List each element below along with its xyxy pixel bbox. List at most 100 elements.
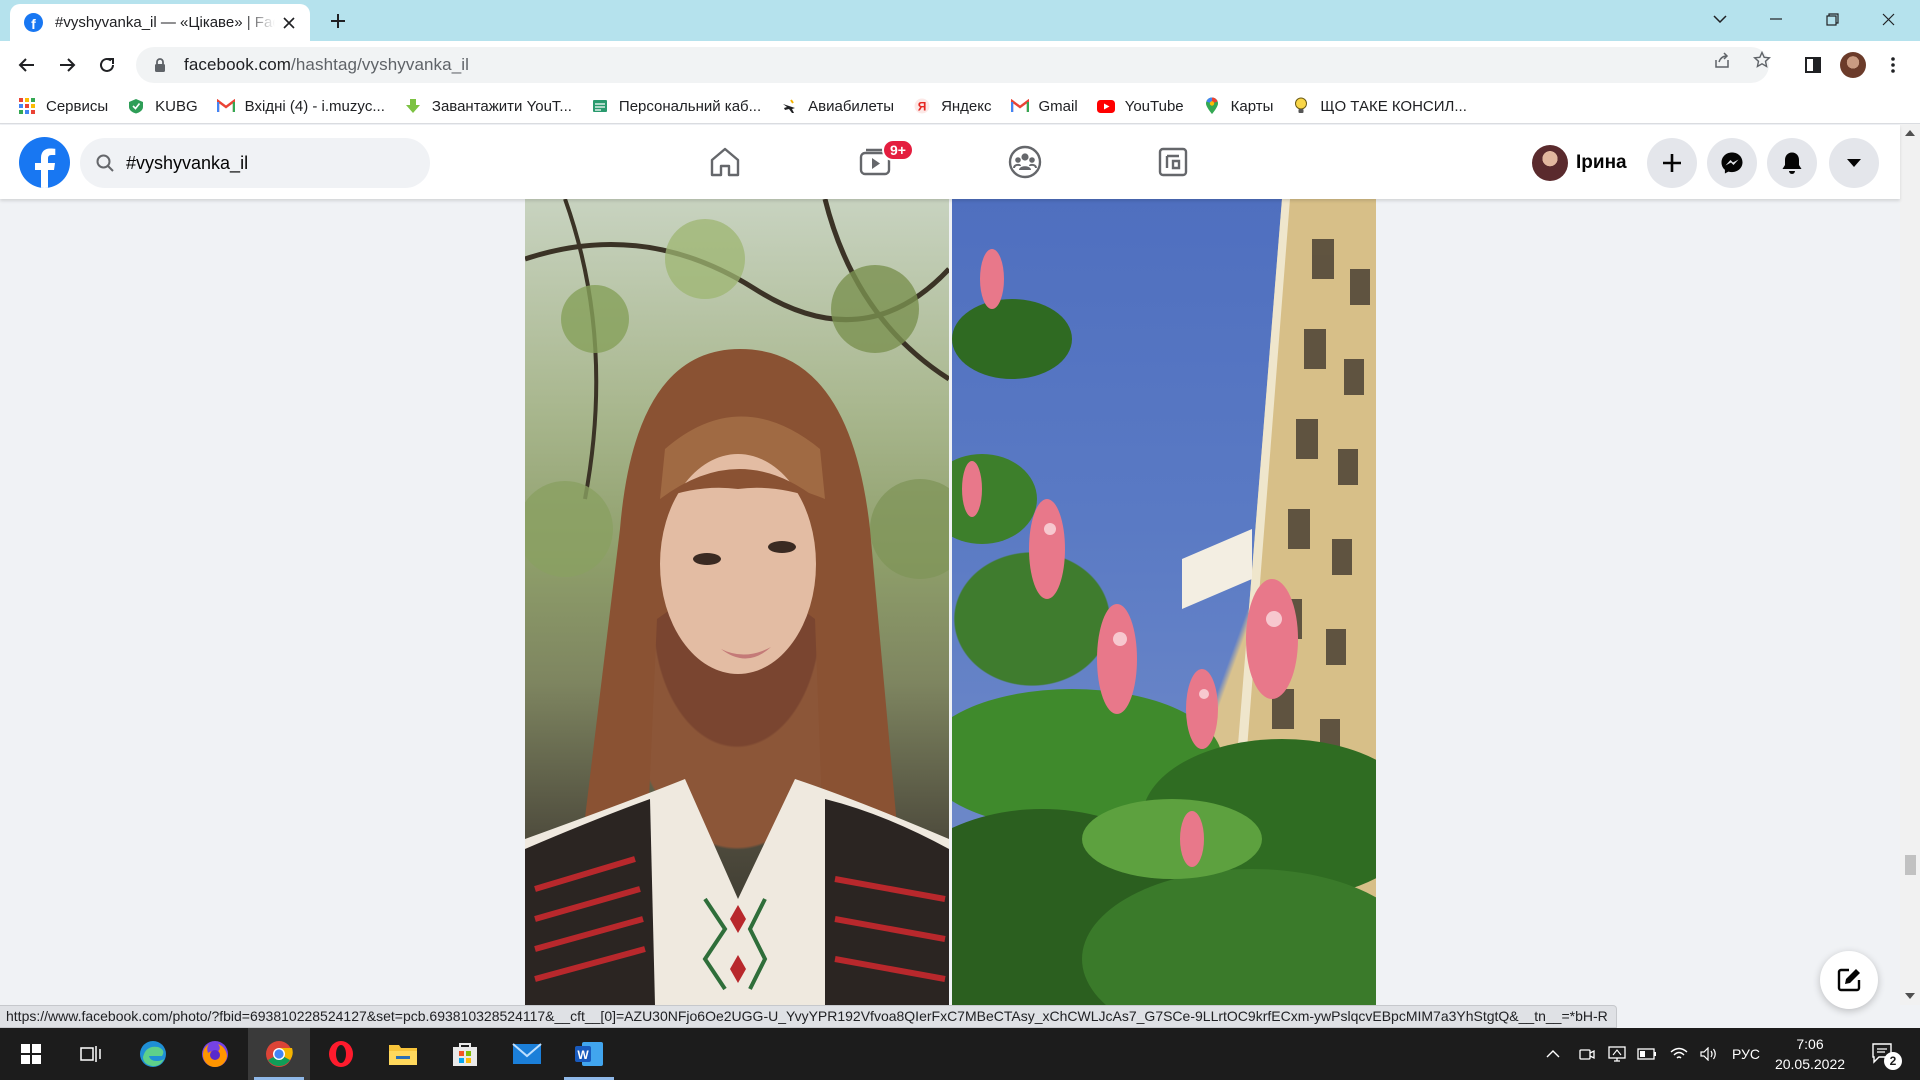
task-view-button[interactable] (60, 1028, 122, 1080)
nav-watch[interactable]: 9+ (820, 125, 930, 199)
share-icon[interactable] (1712, 50, 1732, 70)
clock-time: 7:06 (1796, 1036, 1824, 1052)
bookmark-label: Карты (1230, 97, 1274, 115)
chevron-up-icon (1546, 1050, 1560, 1058)
bookmark-yandex[interactable]: Я Яндекс (913, 97, 992, 115)
taskbar-store[interactable] (434, 1028, 496, 1080)
bell-icon (1782, 152, 1802, 174)
facebook-header: 9+ Ірина (0, 125, 1900, 199)
create-menu-button[interactable] (1647, 138, 1697, 188)
browser-menu-icon[interactable] (1878, 50, 1908, 80)
bookmark-services[interactable]: Сервисы (18, 97, 108, 115)
tab-close-icon[interactable] (280, 14, 298, 32)
taskbar-word[interactable]: W (558, 1028, 620, 1080)
reload-button[interactable] (92, 50, 122, 80)
post-photo-left[interactable] (525, 199, 949, 1005)
bookmark-kubg[interactable]: KUBG (127, 97, 198, 115)
facebook-favicon-icon: f (24, 13, 43, 32)
tray-wifi[interactable] (1666, 1028, 1692, 1080)
messenger-button[interactable] (1707, 138, 1757, 188)
store-bag-icon (453, 1043, 477, 1066)
facebook-search-box[interactable] (80, 138, 430, 188)
home-icon (710, 147, 740, 177)
new-message-button[interactable] (1820, 951, 1878, 1009)
taskbar-edge[interactable] (122, 1028, 184, 1080)
photo-right-detail (952, 199, 1376, 1005)
back-button[interactable] (12, 50, 42, 80)
bookmark-label: Сервисы (46, 97, 109, 115)
facebook-search-input[interactable] (126, 152, 406, 174)
minimize-window-button[interactable] (1748, 0, 1804, 38)
close-window-button[interactable] (1860, 0, 1916, 38)
side-panel-icon[interactable] (1798, 50, 1828, 80)
taskbar-opera[interactable] (310, 1028, 372, 1080)
facebook-profile-link[interactable]: Ірина (1532, 144, 1627, 182)
bookmark-personal-cabinet[interactable]: Персональний каб... (591, 97, 761, 115)
bookmark-maps[interactable]: Карты (1203, 97, 1274, 115)
start-button[interactable] (0, 1028, 62, 1080)
kubg-icon (127, 97, 145, 115)
tab-search-chevron-icon[interactable] (1692, 0, 1748, 38)
bookmark-consilium[interactable]: ЩО ТАКЕ КОНСИЛ... (1292, 97, 1467, 115)
taskbar-firefox[interactable] (184, 1028, 246, 1080)
profile-avatar[interactable] (1838, 50, 1868, 80)
bookmark-airtickets[interactable]: Авиабилеты (780, 97, 894, 115)
tray-battery[interactable] (1634, 1028, 1660, 1080)
lock-icon[interactable] (152, 57, 168, 73)
avatar (1532, 145, 1568, 181)
scroll-down-arrow-icon[interactable] (1905, 993, 1915, 999)
taskbar-mail[interactable] (496, 1028, 558, 1080)
firefox-icon (202, 1041, 228, 1068)
tray-language[interactable]: РУС (1726, 1028, 1766, 1080)
account-menu-button[interactable] (1829, 138, 1879, 188)
post-photo-right[interactable] (952, 199, 1376, 1005)
taskbar-chrome[interactable] (248, 1028, 310, 1080)
tray-network-monitor[interactable] (1604, 1028, 1630, 1080)
link-status-bar: https://www.facebook.com/photo/?fbid=693… (0, 1005, 1617, 1028)
notifications-button[interactable] (1767, 138, 1817, 188)
address-bar[interactable]: facebook.com/hashtag/vyshyvanka_il (136, 47, 1769, 83)
taskbar-file-explorer[interactable] (372, 1028, 434, 1080)
tray-meet-now[interactable] (1574, 1028, 1600, 1080)
bookmark-inbox[interactable]: Вхідні (4) - i.muzyc... (216, 97, 385, 115)
action-center-button[interactable]: 2 (1864, 1028, 1904, 1080)
nav-gaming[interactable] (1118, 125, 1228, 199)
show-hidden-icons-button[interactable] (1540, 1028, 1566, 1080)
new-tab-button[interactable] (326, 9, 350, 33)
forward-button[interactable] (52, 50, 82, 80)
restore-window-button[interactable] (1804, 0, 1860, 38)
nav-groups[interactable] (970, 125, 1080, 199)
edge-icon (140, 1041, 166, 1067)
lightbulb-icon (1292, 97, 1310, 115)
watch-notification-badge: 9+ (882, 139, 914, 161)
speaker-icon (1700, 1047, 1716, 1061)
scrollbar-thumb[interactable] (1905, 855, 1916, 875)
url-host: facebook.com (184, 55, 292, 74)
scroll-up-arrow-icon[interactable] (1905, 130, 1915, 136)
bookmark-label: KUBG (155, 97, 198, 115)
download-arrow-icon (404, 97, 422, 115)
search-icon (96, 154, 114, 172)
chrome-icon (266, 1041, 293, 1067)
caret-down-icon (1847, 159, 1861, 167)
nav-home[interactable] (670, 125, 780, 199)
clock-date: 20.05.2022 (1774, 1056, 1846, 1072)
bookmarks-bar: Сервисы KUBG Вхідні (4) - i.muzyc... Зав… (0, 89, 1920, 124)
notification-count-badge: 2 (1884, 1052, 1902, 1070)
opera-icon (329, 1041, 353, 1067)
bookmark-label: YouTube (1124, 97, 1184, 115)
facebook-logo-icon[interactable] (19, 137, 70, 188)
page-scrollbar[interactable] (1900, 124, 1920, 1005)
taskbar-clock[interactable]: 7:06 20.05.2022 (1768, 1034, 1852, 1074)
bookmark-download-youtube[interactable]: Завантажити YouT... (404, 97, 572, 115)
folder-icon (389, 1045, 417, 1065)
browser-tab-active[interactable]: f #vyshyvanka_il — «Цікаве» | Facebook (10, 4, 310, 41)
address-url[interactable]: facebook.com/hashtag/vyshyvanka_il (184, 55, 469, 75)
yandex-icon: Я (913, 97, 931, 115)
gmail-icon (216, 97, 235, 115)
tray-volume[interactable] (1696, 1028, 1722, 1080)
cabinet-icon (591, 97, 609, 115)
bookmark-star-icon[interactable] (1752, 50, 1772, 70)
bookmark-youtube[interactable]: YouTube (1096, 97, 1184, 115)
bookmark-gmail[interactable]: Gmail (1010, 97, 1078, 115)
